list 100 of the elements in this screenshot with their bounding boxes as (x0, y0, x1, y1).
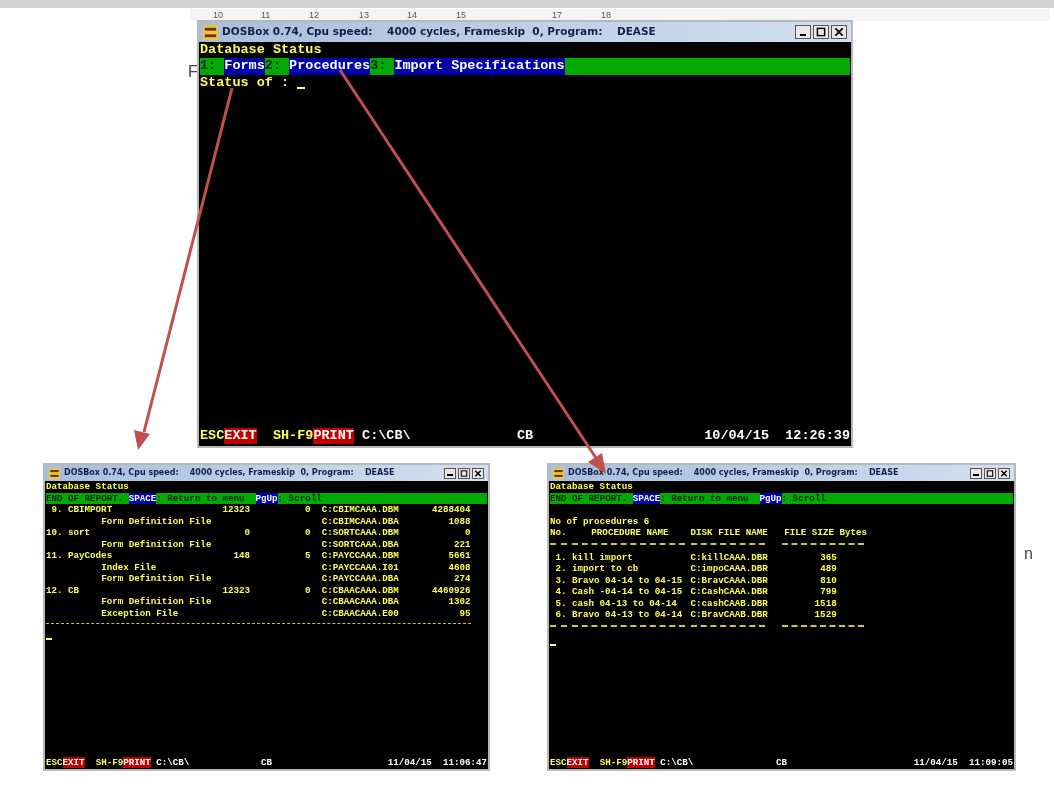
key-label: ESC (550, 756, 567, 768)
exit-key[interactable]: EXIT (62, 756, 85, 768)
row-number: 2. (555, 563, 567, 575)
minimize-button[interactable] (795, 25, 811, 39)
hint-text: END OF REPORT. (550, 492, 628, 504)
column-header: DISK FILE NAME (690, 527, 768, 539)
menu-item[interactable]: Forms (224, 58, 265, 75)
procedure-count: No of procedures 6 (550, 515, 651, 527)
app-icon (49, 467, 60, 479)
file-size: 0 (465, 527, 471, 539)
file-type: Form Definition File (101, 573, 212, 585)
minimize-icon (800, 34, 806, 36)
record-count: 0 (244, 527, 250, 539)
record-count: 12323 (222, 504, 250, 516)
file-size: 1529 (814, 609, 837, 621)
row-number: 1. (555, 551, 567, 563)
screen-heading: Database Status (46, 481, 130, 493)
close-button[interactable] (472, 467, 484, 479)
menu-item[interactable]: Import Specifications (394, 58, 565, 75)
maximize-icon (459, 468, 469, 478)
row-number: 10. (46, 527, 63, 539)
file-size: 799 (820, 586, 837, 598)
table-cell: 0 (305, 504, 311, 516)
time-text: 12:26:39 (785, 427, 850, 444)
ruler-number: 14 (407, 9, 417, 21)
time-text: 11:09:05 (968, 756, 1013, 768)
database-name: CB (775, 756, 787, 768)
file-name: C:cashCAAB.DBR (690, 597, 768, 609)
window-title: DOSBox 0.74, Cpu speed: 4000 cycles, Frameskip 0, Program: DEASE (222, 24, 656, 40)
file-size: 5661 (448, 550, 471, 562)
column-header: FILE SIZE Bytes (784, 527, 867, 539)
procedure-name: cash 04-13 to 04-14 (572, 597, 677, 609)
ruler-number: 12 (309, 9, 319, 21)
file-name: C:CBIMCAAA.DBA (321, 515, 399, 527)
file-name: C:PAYCCAAA.DBM (321, 550, 399, 562)
print-key[interactable]: PRINT (123, 756, 151, 768)
file-size: 4288404 (431, 504, 471, 516)
file-size: 1302 (448, 596, 471, 608)
key-label: SH-F9 (95, 756, 124, 768)
file-size: 4608 (448, 561, 471, 573)
menu-key: 2: (264, 58, 290, 75)
key-hint[interactable]: PgUp (255, 492, 278, 504)
window-title: DOSBox 0.74, Cpu speed: 4000 cycles, Frameskip 0, Program: DEASE (568, 467, 899, 479)
print-key[interactable]: PRINT (627, 756, 655, 768)
close-icon (999, 468, 1009, 478)
print-key[interactable]: PRINT (313, 427, 354, 444)
row-number: 5. (555, 597, 567, 609)
file-size: 4460926 (431, 584, 471, 596)
row-number: 11. (46, 550, 63, 562)
cursor (46, 638, 52, 640)
file-size: 221 (453, 538, 471, 550)
procedure-name: Bravo 04-14 to 04-15 (572, 574, 683, 586)
file-name: C:PAYCCAAA.DBA (321, 573, 399, 585)
date-text: 11/04/15 (913, 756, 958, 768)
menu-item[interactable]: Procedures (289, 58, 371, 75)
path-text: C:\CB\ (660, 756, 694, 768)
table-cell: 0 (305, 584, 311, 596)
exit-key[interactable]: EXIT (566, 756, 589, 768)
procedure-name: import to cb (572, 563, 639, 575)
file-size: 95 (459, 607, 471, 619)
file-name: C:CBAACAAA.DBM (321, 584, 399, 596)
maximize-button[interactable] (458, 467, 470, 479)
database-name: CB (261, 756, 272, 768)
maximize-icon (985, 468, 995, 478)
document-text: n (1024, 544, 1033, 564)
database-name: CB (516, 427, 534, 444)
key-hint[interactable]: PgUp (759, 492, 782, 504)
document-text: F (188, 62, 198, 82)
file-size: 810 (820, 574, 837, 586)
file-name: C:CBAACAAA.DBA (321, 596, 399, 608)
key-hint[interactable]: SPACE (632, 492, 661, 504)
form-name: sort (68, 527, 91, 539)
maximize-button[interactable] (984, 467, 996, 479)
file-name: C:CBIMCAAA.DBM (321, 504, 399, 516)
file-name: C:PAYCCAAA.I01 (321, 561, 399, 573)
hint-text: END OF REPORT. (46, 492, 124, 504)
file-name: C:impoCAAA.DBR (690, 563, 768, 575)
screen-heading: Database Status (550, 481, 634, 493)
close-button[interactable] (998, 467, 1010, 479)
table-cell: 0 (305, 527, 311, 539)
file-name: C:CashCAAA.DBR (690, 586, 768, 598)
app-icon (203, 24, 218, 40)
cursor (297, 86, 306, 89)
window-title: DOSBox 0.74, Cpu speed: 4000 cycles, Frameskip 0, Program: DEASE (64, 467, 395, 479)
app-icon (553, 467, 564, 479)
exit-key[interactable]: EXIT (224, 427, 257, 444)
ruler-number: 11 (261, 9, 271, 21)
ruler-number: 13 (359, 9, 369, 21)
hint-text: : Scroll (277, 492, 322, 504)
close-button[interactable] (831, 25, 847, 39)
record-count: 148 (233, 550, 250, 562)
ruler-number: 10 (213, 9, 223, 21)
maximize-button[interactable] (813, 25, 829, 39)
file-type: Form Definition File (101, 596, 212, 608)
key-label: ESC (46, 756, 63, 768)
file-type: Index File (101, 561, 157, 573)
minimize-button[interactable] (444, 467, 456, 479)
hint-text: : Return to menu (660, 492, 749, 504)
key-hint[interactable]: SPACE (128, 492, 157, 504)
minimize-button[interactable] (970, 467, 982, 479)
